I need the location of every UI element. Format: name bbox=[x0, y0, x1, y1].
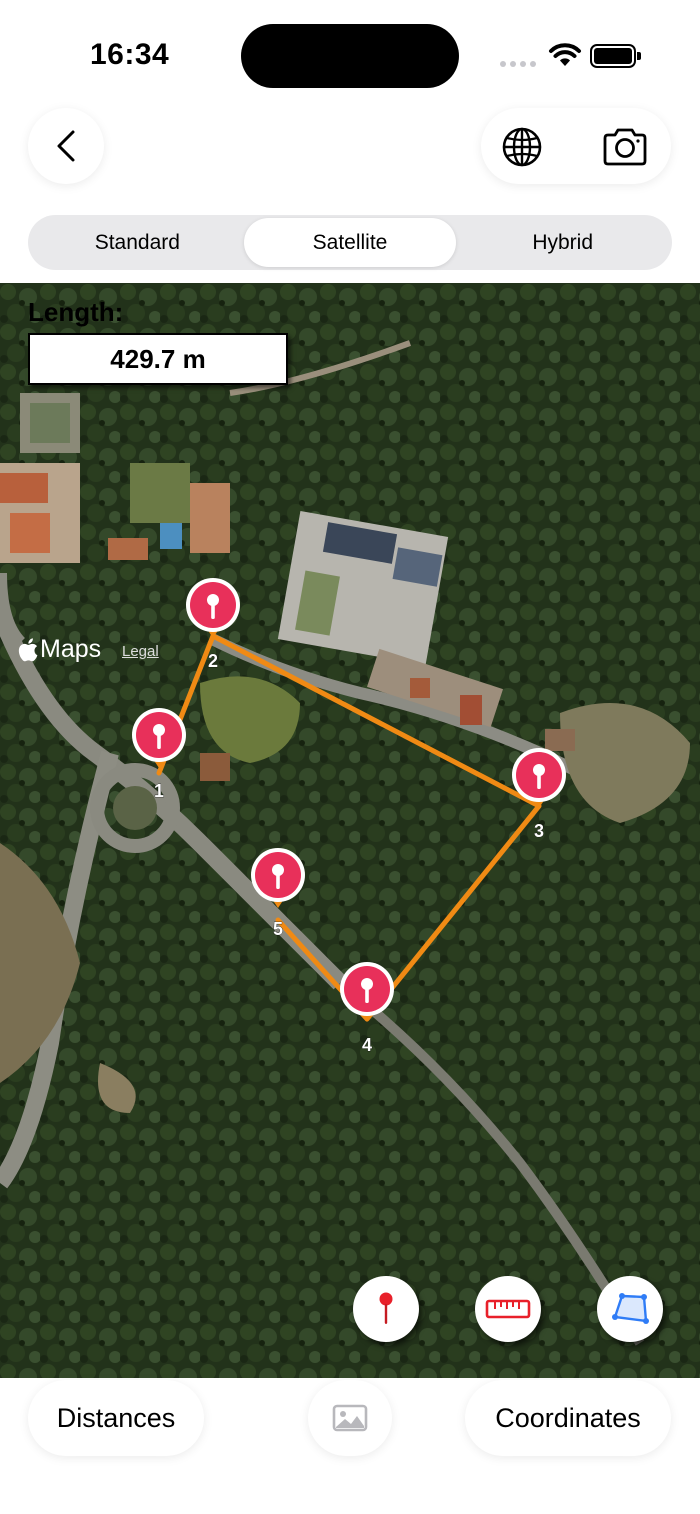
pin-label-5: 5 bbox=[273, 919, 283, 939]
cellular-signal-icon bbox=[500, 61, 536, 67]
dynamic-island bbox=[241, 24, 459, 88]
measurement-route: 1 2 3 4 5 bbox=[132, 578, 566, 1055]
photo-icon bbox=[332, 1404, 368, 1432]
camera-icon[interactable] bbox=[601, 126, 649, 168]
pin-label-4: 4 bbox=[362, 1035, 372, 1055]
segment-standard[interactable]: Standard bbox=[31, 218, 244, 267]
wifi-icon bbox=[549, 43, 581, 66]
pin-icon bbox=[379, 1292, 393, 1324]
segment-satellite[interactable]: Satellite bbox=[243, 218, 457, 267]
route-line bbox=[156, 633, 542, 1022]
polygon-icon bbox=[612, 1293, 649, 1324]
segment-hybrid[interactable]: Hybrid bbox=[456, 218, 669, 267]
apple-logo-icon bbox=[18, 637, 38, 661]
back-button[interactable] bbox=[28, 108, 104, 184]
area-button[interactable] bbox=[597, 1276, 663, 1342]
top-tools-pill bbox=[481, 108, 671, 184]
map-pin-1[interactable] bbox=[132, 708, 186, 768]
satellite-map[interactable]: Length: 429.7 m 1 2 3 4 5 Maps Legal bbox=[0, 283, 700, 1378]
status-time: 16:34 bbox=[90, 38, 170, 71]
ruler-icon bbox=[485, 1299, 531, 1319]
distances-button[interactable]: Distances bbox=[28, 1380, 204, 1456]
globe-icon[interactable] bbox=[501, 126, 543, 168]
map-pin-4[interactable] bbox=[340, 962, 394, 1022]
pin-label-2: 2 bbox=[208, 651, 218, 671]
battery-icon bbox=[590, 44, 641, 68]
pin-label-3: 3 bbox=[534, 821, 544, 841]
pin-label-1: 1 bbox=[154, 781, 164, 801]
map-pin-2[interactable] bbox=[186, 578, 240, 638]
map-type-segmented-control: Standard Satellite Hybrid bbox=[28, 215, 672, 270]
ruler-button[interactable] bbox=[475, 1276, 541, 1342]
add-pin-button[interactable] bbox=[353, 1276, 419, 1342]
maps-brand-text: Maps bbox=[40, 635, 102, 663]
photo-button[interactable] bbox=[308, 1380, 392, 1456]
map-pin-5[interactable] bbox=[251, 848, 305, 908]
apple-maps-logo: Maps bbox=[18, 635, 101, 664]
coordinates-button[interactable]: Coordinates bbox=[465, 1380, 671, 1456]
legal-link[interactable]: Legal bbox=[122, 643, 159, 660]
map-pin-3[interactable] bbox=[512, 748, 566, 808]
chevron-left-icon bbox=[57, 130, 75, 162]
